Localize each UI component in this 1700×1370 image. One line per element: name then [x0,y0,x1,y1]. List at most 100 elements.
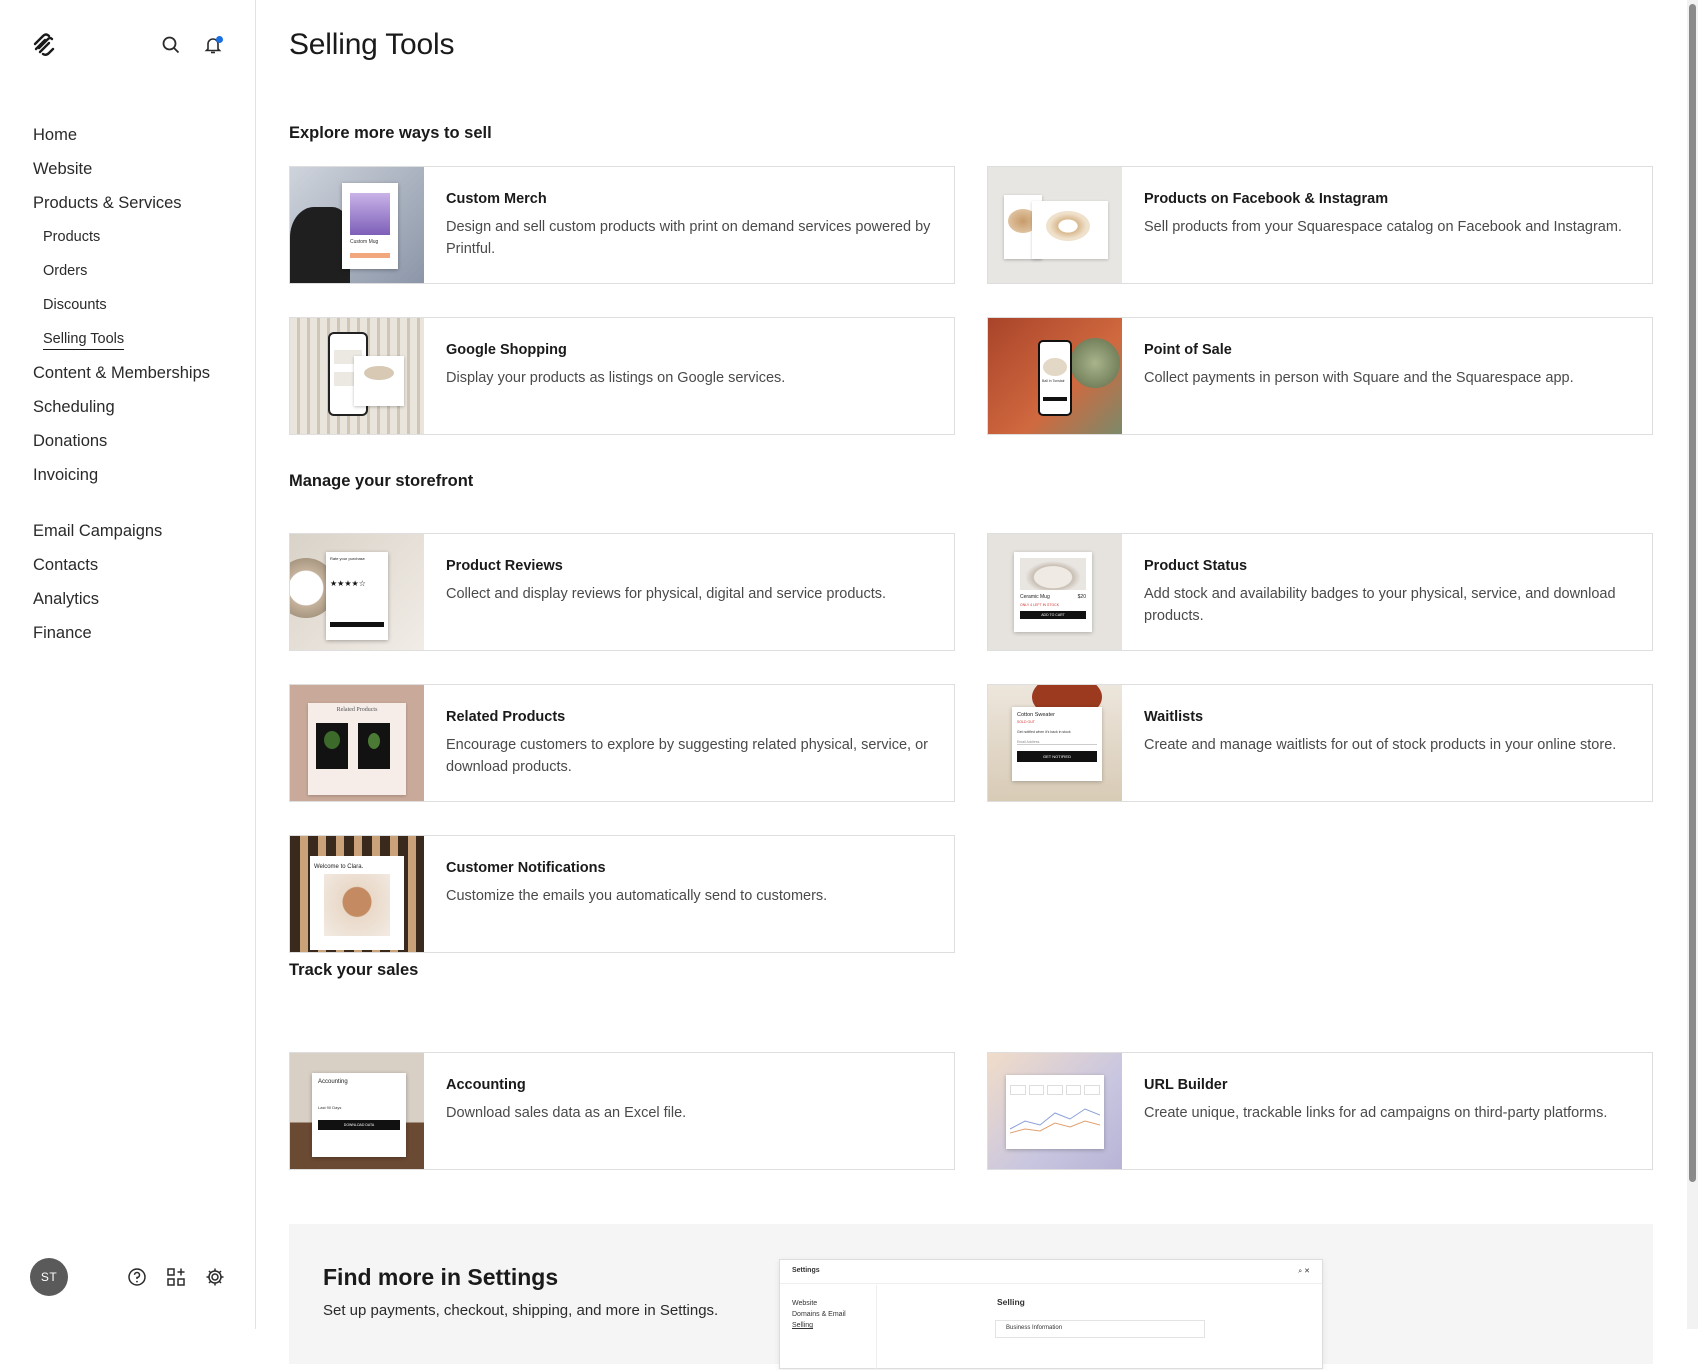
sidebar-item-invoicing[interactable]: Invoicing [33,458,243,492]
sidebar-item-discounts[interactable]: Discounts [33,288,243,322]
sidebar-footer: ST [30,1258,230,1296]
sidebar-item-analytics[interactable]: Analytics [33,582,243,616]
sidebar-item-label: Content & Memberships [33,364,210,382]
preview-side-item: Domains & Email [792,1311,846,1318]
sidebar-item-label: Contacts [33,556,99,574]
card-description: Collect payments in person with Square a… [1144,370,1574,386]
card-description: Sell products from your Squarespace cata… [1144,219,1622,235]
sidebar: Home Website Products & Services Products Or… [0,0,256,1329]
tool-card-google[interactable]: Google Shopping Display your products as … [289,317,955,435]
card-title: Google Shopping [446,342,567,358]
preview-window-icons: ⌕ ✕ [1298,1268,1310,1275]
sidebar-item-label: Finance [33,624,92,642]
sidebar-item-label: Invoicing [33,466,99,484]
sidebar-item-label: Website [33,160,93,178]
sidebar-item-label: Discounts [43,297,107,313]
sidebar-item-label: Analytics [33,590,100,608]
card-thumbnail: Rate your purchase ★★★★☆ [290,534,424,650]
settings-preview: Settings ⌕ ✕ Website Domains & Email Sel… [779,1259,1323,1370]
card-thumbnail [988,1053,1122,1169]
sidebar-item-products[interactable]: Products [33,220,243,254]
section-heading: Track your sales [289,961,419,979]
sidebar-item-label: Selling Tools [43,331,125,350]
tool-card-social[interactable]: Products on Facebook & Instagram Sell pro… [987,166,1653,284]
card-description: Display your products as listings on Goo… [446,370,786,386]
card-thumbnail: Custom Mug [290,167,424,283]
scrollbar-thumb[interactable] [1689,4,1696,1182]
card-title: Accounting [446,1077,526,1093]
card-title: Related Products [446,709,566,725]
sidebar-item-content-memberships[interactable]: Content & Memberships [33,356,243,390]
card-title: Products on Facebook & Instagram [1144,191,1389,207]
card-title: Product Reviews [446,558,563,574]
card-thumbnail [290,318,424,434]
tool-card-related[interactable]: Related Products Related Products Encourag… [289,684,955,802]
card-title: Customer Notifications [446,860,606,876]
card-thumbnail: Accounting Last 90 Days DOWNLOAD DATA [290,1053,424,1169]
notification-badge [216,36,223,43]
tool-card-pos[interactable]: Ball in Tonstair Point of Sale Collect pay… [987,317,1653,435]
preview-side-list: Website Domains & Email Selling [792,1298,846,1331]
card-title: Waitlists [1144,709,1204,725]
sidebar-item-website[interactable]: Website [33,152,243,186]
tool-card-status[interactable]: Ceramic Mug $20 ONLY 4 LEFT IN STOCK ADD TO… [987,533,1653,651]
tool-card-notify[interactable]: Welcome to Clara. Customer Notifications C… [289,835,955,953]
card-description: Create and manage waitlists for out of s… [1144,737,1617,753]
sidebar-item-label: Home [33,126,78,144]
scrollbar[interactable] [1687,0,1698,1329]
settings-icon[interactable] [202,1264,228,1290]
card-description: Create unique, trackable links for ad ca… [1144,1105,1608,1121]
bell-icon[interactable] [200,32,226,58]
card-description: Download sales data as an Excel file. [446,1105,687,1121]
apps-icon[interactable] [163,1264,189,1290]
preview-row: Business Information [995,1320,1205,1338]
sidebar-nav: Home Website Products & Services Products Or… [33,118,243,650]
card-title: Product Status [1144,558,1248,574]
settings-banner[interactable]: Find more in Settings Set up payments, c… [289,1224,1653,1370]
sidebar-item-orders[interactable]: Orders [33,254,243,288]
banner-description: Set up payments, checkout, shipping, and… [323,1302,719,1319]
tool-card-reviews[interactable]: Rate your purchase ★★★★☆ Product Reviews Co… [289,533,955,651]
sidebar-item-scheduling[interactable]: Scheduling [33,390,243,424]
sidebar-item-contacts[interactable]: Contacts [33,548,243,582]
card-description: Customize the emails you automatically s… [446,888,828,904]
sidebar-item-finance[interactable]: Finance [33,616,243,650]
section-heading: Explore more ways to sell [289,124,492,142]
preview-side-item: Website [792,1300,818,1307]
banner-title: Find more in Settings [323,1264,559,1290]
sidebar-item-label: Orders [43,263,88,279]
sidebar-item-label: Donations [33,432,108,450]
page-title: Selling Tools [289,28,455,61]
card-thumbnail: Ceramic Mug $20 ONLY 4 LEFT IN STOCK ADD TO… [988,534,1122,650]
sidebar-item-label: Scheduling [33,398,115,416]
tool-card-waitlist[interactable]: Cotton Sweater SOLD OUT Get notified when … [987,684,1653,802]
card-description: Collect and display reviews for physical… [446,586,887,602]
sidebar-item-label: Products [43,229,101,245]
sidebar-item-home[interactable]: Home [33,118,243,152]
sidebar-item-email-campaigns[interactable]: Email Campaigns [33,514,243,548]
sidebar-item-products-services[interactable]: Products & Services [33,186,243,220]
sidebar-item-label: Products & Services [33,194,182,212]
card-title: Custom Merch [446,191,547,207]
card-thumbnail [988,167,1122,283]
tool-card-accounting[interactable]: Accounting Last 90 Days DOWNLOAD DATA Accou… [289,1052,955,1170]
card-thumbnail: Ball in Tonstair [988,318,1122,434]
card-thumbnail: Welcome to Clara. [290,836,424,952]
card-title: URL Builder [1144,1077,1228,1093]
squarespace-logo[interactable] [31,31,57,57]
section-heading: Manage your storefront [289,472,474,490]
sidebar-item-donations[interactable]: Donations [33,424,243,458]
preview-heading: Selling [997,1297,1025,1307]
help-icon[interactable] [124,1264,150,1290]
avatar[interactable]: ST [30,1258,68,1296]
card-description: Encourage customers to explore by sugges… [446,737,928,775]
sidebar-item-label: Email Campaigns [33,522,163,540]
card-description: Add stock and availability badges to you… [1144,586,1616,624]
preview-title: Settings [792,1267,820,1274]
search-icon[interactable] [158,32,184,58]
tool-card-url[interactable]: URL Builder Create unique, trackable link… [987,1052,1653,1170]
sidebar-item-selling-tools[interactable]: Selling Tools [33,322,243,356]
preview-side-item: Selling [792,1322,814,1329]
card-title: Point of Sale [1144,342,1232,358]
tool-card-merch[interactable]: Custom Mug Custom Merch Design and sell cu… [289,166,955,284]
